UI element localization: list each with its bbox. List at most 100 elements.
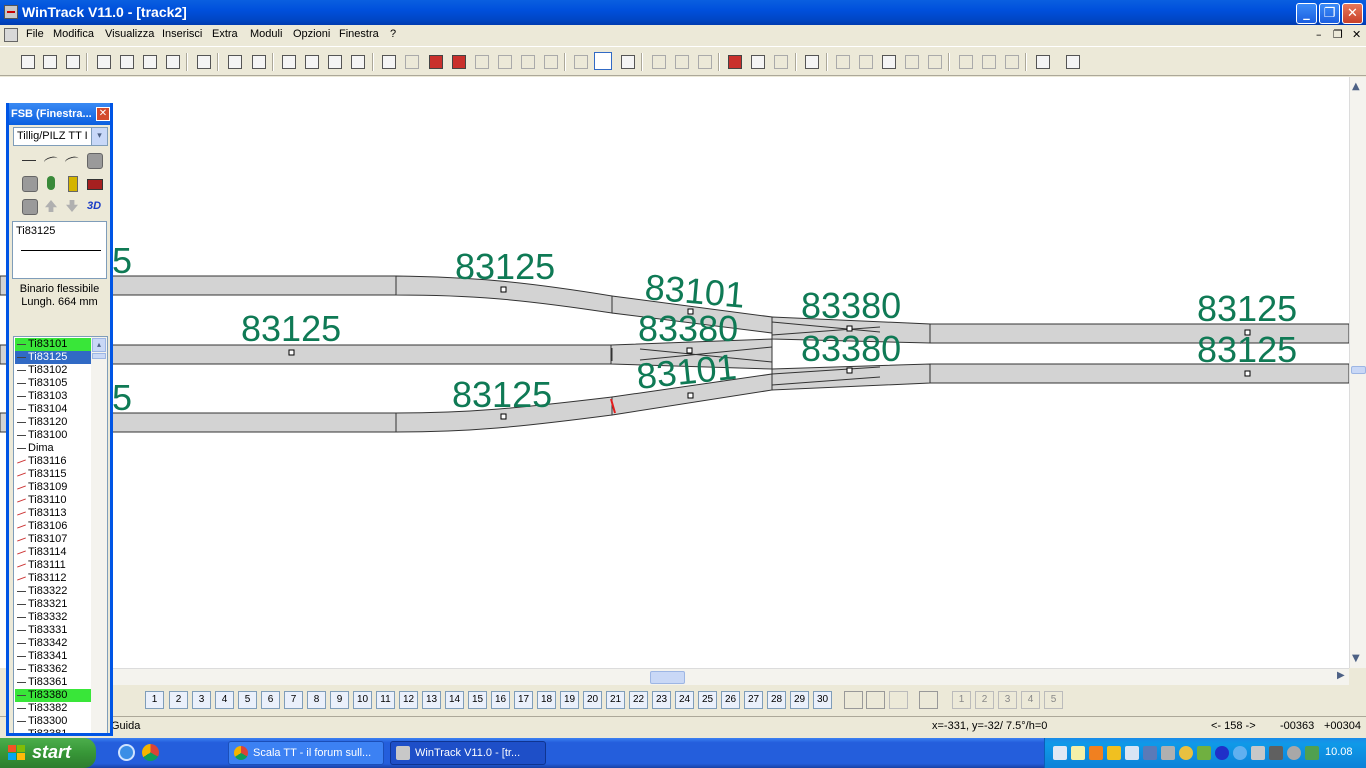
track-layout[interactable]: 83125 83101 83380 83125 83125 83380 8338… [0, 77, 1349, 668]
menu-inserisci[interactable]: Inserisci [162, 28, 202, 40]
layer-button-11[interactable]: 11 [376, 691, 395, 709]
open-folder-icon[interactable] [40, 52, 58, 70]
scroll-down-icon[interactable]: ▼ [1352, 653, 1360, 664]
zoom-in-icon[interactable] [302, 52, 320, 70]
context-help-icon[interactable] [1063, 52, 1081, 70]
tree-icon[interactable] [42, 174, 60, 192]
layer-group-button-1[interactable]: 1 [952, 691, 971, 709]
part-list-item[interactable]: Ti83110 [15, 494, 91, 507]
layer-group-button-2[interactable]: 2 [975, 691, 994, 709]
layer-button-18[interactable]: 18 [537, 691, 556, 709]
layer-button-25[interactable]: 25 [698, 691, 717, 709]
part-list-item[interactable]: Ti83111 [15, 559, 91, 572]
turntable-icon[interactable] [85, 151, 103, 169]
part-list-scrollbar[interactable]: ▴ [91, 337, 107, 733]
cut-icon[interactable] [495, 52, 513, 70]
part-list-item[interactable]: Ti83382 [15, 702, 91, 715]
turnout-icon[interactable] [571, 52, 589, 70]
zoom-out-icon[interactable] [279, 52, 297, 70]
split-icon[interactable] [856, 52, 874, 70]
lower-icon[interactable] [63, 197, 81, 215]
start-button[interactable]: start [0, 738, 96, 768]
task-wintrack[interactable]: WinTrack V11.0 - [tr... [390, 741, 546, 765]
chevron-down-icon[interactable]: ▾ [91, 128, 107, 145]
ungroup-icon[interactable] [672, 52, 690, 70]
part-list-item[interactable]: Ti83103 [15, 390, 91, 403]
menu-visualizza[interactable]: Visualizza [105, 28, 154, 40]
electric-icon[interactable] [63, 174, 81, 192]
layer-button-23[interactable]: 23 [652, 691, 671, 709]
scroll-up-icon[interactable]: ▲ [1352, 81, 1360, 92]
layer-button-16[interactable]: 16 [491, 691, 510, 709]
layer-manager-icon[interactable] [919, 691, 938, 709]
part-list-item[interactable]: Ti83106 [15, 520, 91, 533]
part-list-item[interactable]: Ti83341 [15, 650, 91, 663]
straight-track-icon[interactable] [594, 52, 612, 70]
print-preview-icon[interactable] [94, 52, 112, 70]
wintrack-app-icon[interactable] [4, 5, 18, 19]
layer-copy-icon[interactable] [449, 52, 467, 70]
menu-modifica[interactable]: Modifica [53, 28, 94, 40]
part-list-item[interactable]: Ti83101 [15, 338, 91, 351]
menu-file[interactable]: File [26, 28, 44, 40]
safely-remove-icon[interactable] [1197, 746, 1211, 760]
connect-icon[interactable] [833, 52, 851, 70]
part-list-item[interactable]: Ti83109 [15, 481, 91, 494]
part-list-item[interactable]: Dima [15, 442, 91, 455]
part-list-item[interactable]: Ti83380 [15, 689, 91, 702]
mdi-close-button[interactable]: ✕ [1352, 28, 1361, 41]
menu-help[interactable]: ? [390, 28, 396, 40]
straight-icon[interactable] [20, 151, 38, 169]
redo-icon[interactable] [402, 52, 420, 70]
layer-button-17[interactable]: 17 [514, 691, 533, 709]
wifi-icon[interactable] [1125, 746, 1139, 760]
layer-button-4[interactable]: 4 [215, 691, 234, 709]
layer-button-13[interactable]: 13 [422, 691, 441, 709]
snap-icon[interactable] [1033, 52, 1051, 70]
layer-button-20[interactable]: 20 [583, 691, 602, 709]
usb-icon[interactable] [1161, 746, 1175, 760]
layer-group-button-5[interactable]: 5 [1044, 691, 1063, 709]
zoom-window-icon[interactable] [325, 52, 343, 70]
part-list-item[interactable]: Ti83331 [15, 624, 91, 637]
layer-button-28[interactable]: 28 [767, 691, 786, 709]
mdi-minimize-button[interactable]: – [1316, 28, 1322, 41]
menu-moduli[interactable]: Moduli [250, 28, 282, 40]
list-scroll-up-icon[interactable]: ▴ [92, 338, 106, 352]
paste-icon[interactable] [541, 52, 559, 70]
fsb-panel[interactable]: FSB (Finestra... ✕ Tillig/PILZ TT I ▾ 3D… [6, 103, 113, 736]
rotate-icon[interactable] [748, 52, 766, 70]
layer-button-22[interactable]: 22 [629, 691, 648, 709]
part-list-item[interactable]: Ti83332 [15, 611, 91, 624]
library-icon[interactable] [194, 52, 212, 70]
move-icon[interactable] [725, 52, 743, 70]
drawing-canvas[interactable]: 83125 83101 83380 83125 83125 83380 8338… [0, 77, 1349, 668]
fsb-close-button[interactable]: ✕ [96, 107, 110, 121]
undo-icon[interactable] [379, 52, 397, 70]
save-icon[interactable] [63, 52, 81, 70]
scroll-right-icon[interactable]: ▶ [1337, 670, 1345, 681]
zoom-fit-icon[interactable] [348, 52, 366, 70]
layer-button-1[interactable]: 1 [145, 691, 164, 709]
layer-button-26[interactable]: 26 [721, 691, 740, 709]
part-list-item[interactable]: Ti83100 [15, 429, 91, 442]
rotate-180-icon[interactable] [771, 52, 789, 70]
part-list-item[interactable]: Ti83321 [15, 598, 91, 611]
part-list-item[interactable]: Ti83342 [15, 637, 91, 650]
part-list-item[interactable]: Ti83102 [15, 364, 91, 377]
slope-icon[interactable] [1002, 52, 1020, 70]
part-list-item[interactable]: Ti83112 [15, 572, 91, 585]
part-list-item[interactable]: Ti83115 [15, 468, 91, 481]
norton-icon[interactable] [1179, 746, 1193, 760]
layer-button-29[interactable]: 29 [790, 691, 809, 709]
print-icon[interactable] [117, 52, 135, 70]
update-icon[interactable] [1305, 746, 1319, 760]
layer-hide-icon[interactable] [889, 691, 908, 709]
horizontal-scrollbar[interactable]: ▶ [113, 668, 1349, 685]
terrain-icon[interactable] [20, 197, 38, 215]
menu-finestra[interactable]: Finestra [339, 28, 379, 40]
maximize-button[interactable]: ❐ [1319, 3, 1340, 24]
building-icon[interactable] [20, 174, 38, 192]
close-button[interactable]: ✕ [1342, 3, 1363, 24]
ie-icon[interactable] [118, 744, 135, 761]
